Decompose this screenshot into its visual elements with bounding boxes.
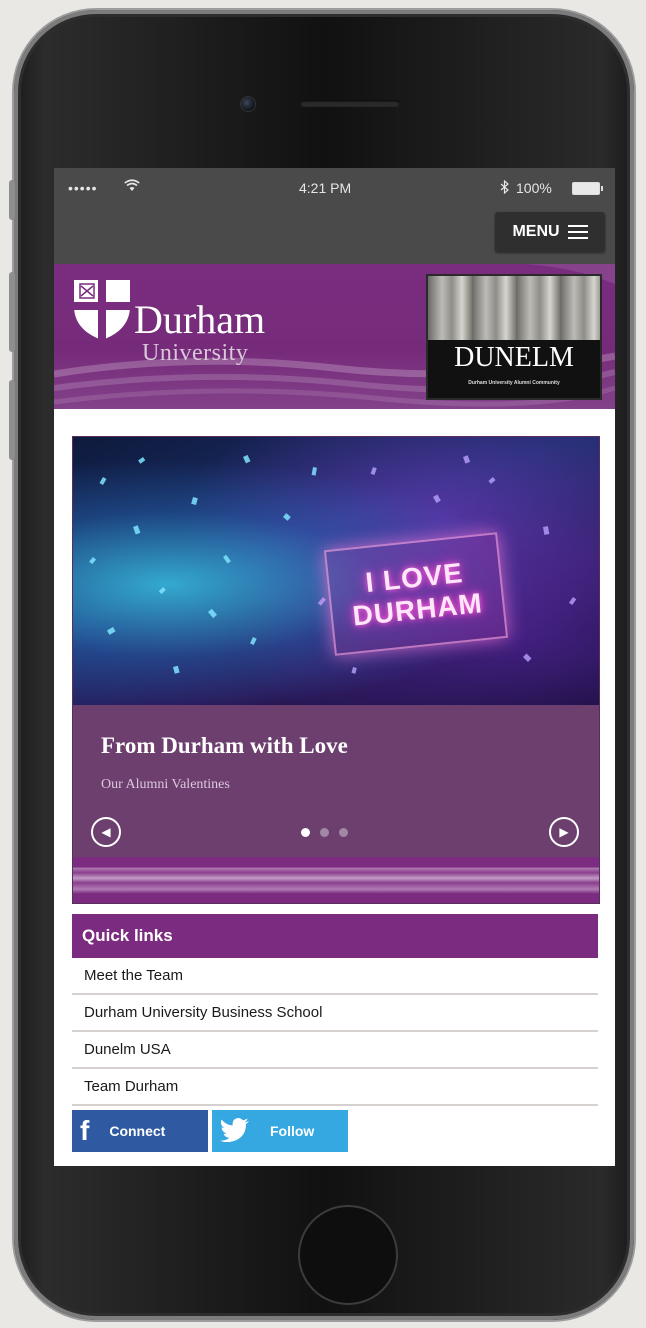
clock: 4:21 PM — [299, 180, 352, 196]
twitter-label: Follow — [270, 1123, 315, 1139]
battery-icon — [572, 182, 603, 195]
menu-label: MENU — [512, 223, 560, 240]
facebook-icon: f — [80, 1115, 90, 1146]
earpiece-speaker — [300, 100, 400, 107]
mute-switch — [9, 180, 15, 220]
carousel-dot[interactable] — [320, 828, 329, 837]
bluetooth-icon — [500, 179, 510, 197]
slide-title[interactable]: From Durham with Love — [101, 733, 348, 759]
quick-links-title: Quick links — [72, 914, 598, 958]
battery-percent: 100% — [516, 180, 552, 196]
quick-link-item[interactable]: Durham University Business School — [72, 995, 598, 1032]
carousel-stripes — [73, 857, 599, 903]
nav-bar: MENU — [54, 208, 615, 264]
social-buttons: f Connect Follow — [72, 1110, 348, 1152]
quick-link-item[interactable]: Dunelm USA — [72, 1032, 598, 1069]
carousel-dot[interactable] — [301, 828, 310, 837]
arrow-right-icon: ▶ — [559, 825, 569, 839]
hamburger-icon — [567, 221, 588, 243]
header-banner: Durham University DUNELM Durham Universi… — [54, 264, 615, 409]
menu-button[interactable]: MENU — [495, 212, 605, 252]
home-button[interactable] — [298, 1205, 398, 1305]
dunelm-photo — [428, 276, 600, 340]
facebook-connect-button[interactable]: f Connect — [72, 1110, 208, 1152]
dunelm-subtitle: Durham University Alumni Community — [468, 380, 560, 386]
wifi-icon — [124, 179, 140, 196]
carousel-next-button[interactable]: ▶ — [549, 817, 579, 847]
quick-link-item[interactable]: Team Durham — [72, 1069, 598, 1106]
slide-subtitle: Our Alumni Valentines — [101, 777, 230, 792]
logo-durham-text: Durham — [134, 297, 266, 342]
front-camera — [240, 96, 256, 112]
neon-sign: I LOVE DURHAM — [323, 532, 509, 656]
arrow-left-icon: ◀ — [101, 825, 111, 839]
quick-link-item[interactable]: Meet the Team — [72, 958, 598, 995]
signal-indicator: ••••• — [68, 180, 98, 196]
screen: ••••• 4:21 PM 100% MENU Durham Universit… — [54, 168, 615, 1166]
dunelm-logo[interactable]: DUNELM Durham University Alumni Communit… — [426, 274, 602, 400]
facebook-label: Connect — [109, 1123, 166, 1139]
logo-university-text: University — [142, 340, 249, 366]
volume-up-button — [9, 272, 15, 352]
twitter-icon — [220, 1117, 250, 1145]
carousel[interactable]: I LOVE DURHAM From Durham with Love Our … — [72, 436, 600, 904]
university-shield-icon — [74, 280, 130, 340]
slide-image: I LOVE DURHAM — [73, 437, 599, 705]
status-bar: ••••• 4:21 PM 100% — [54, 168, 615, 208]
quick-links-panel: Quick links Meet the Team Durham Univers… — [72, 914, 598, 1106]
carousel-prev-button[interactable]: ◀ — [91, 817, 121, 847]
carousel-dots — [301, 828, 348, 837]
dunelm-title: DUNELM — [454, 342, 574, 373]
twitter-follow-button[interactable]: Follow — [212, 1110, 348, 1152]
carousel-dot[interactable] — [339, 828, 348, 837]
volume-down-button — [9, 380, 15, 460]
